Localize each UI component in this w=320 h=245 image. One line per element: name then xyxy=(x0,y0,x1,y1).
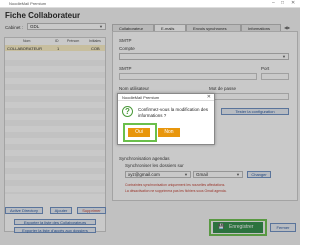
dialog-title: NoodleMail Premium xyxy=(122,95,160,100)
dialog-message-1: Confirmez-vous la modification des xyxy=(138,107,209,112)
window-titlebar: NoodleMail Premium – □ ✕ xyxy=(0,0,300,8)
no-button[interactable]: Non xyxy=(158,128,180,137)
maximize-icon[interactable]: □ xyxy=(281,0,284,6)
yes-button[interactable]: Oui xyxy=(128,128,150,137)
window-title: NoodleMail Premium xyxy=(9,1,47,6)
dialog-close-icon[interactable]: ✕ xyxy=(207,94,211,100)
confirm-dialog: NoodleMail Premium ✕ ? Confirmez-vous la… xyxy=(117,93,215,145)
dialog-titlebar: NoodleMail Premium ✕ xyxy=(118,94,214,101)
minimize-icon[interactable]: – xyxy=(272,0,275,6)
close-icon[interactable]: ✕ xyxy=(291,0,295,6)
dialog-message-2: informations ? xyxy=(138,113,167,118)
question-icon: ? xyxy=(122,106,133,117)
